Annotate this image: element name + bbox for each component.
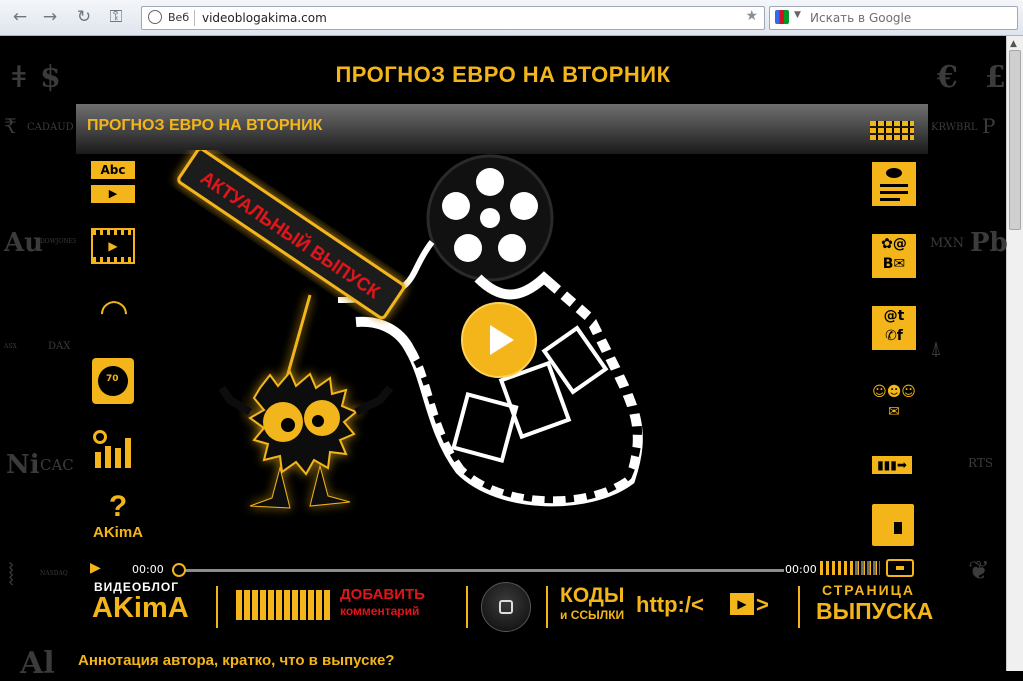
search-input[interactable]: ▼ Искать в Google [769, 6, 1018, 30]
browser-toolbar: ← → ↻ ⚿ Веб videoblogakima.com ★ ▼ Искат… [0, 0, 1023, 36]
rupee-symbol: ₹ [4, 114, 17, 138]
bookmark-star-icon[interactable]: ★ [745, 8, 758, 24]
codes-links-button[interactable]: КОДЫ и ССЫЛКИ http:/< ▶ > [560, 584, 780, 630]
sign-text: АКТУАЛЬНЫЙ ВЫПУСК [197, 167, 385, 303]
reload-icon[interactable]: ↻ [72, 6, 96, 28]
keyboard-icon [236, 590, 332, 620]
key-icon[interactable]: ⚿ [104, 6, 128, 28]
chevron-down-icon[interactable]: ▼ [794, 10, 801, 20]
brand-line2: AKimA [92, 592, 189, 624]
seek-knob[interactable] [172, 563, 186, 577]
help-caption: AKimA [92, 524, 143, 541]
volume-bar-empty [855, 561, 880, 575]
eye-doc-icon[interactable] [872, 162, 916, 206]
globe-icon [148, 10, 162, 24]
film-reel-icon [426, 154, 554, 282]
bottom-toolbar: ВИДЕОБЛОГ AKimA ДОБАВИТЬ комментарий КОД… [76, 580, 934, 634]
scrollbar[interactable]: ▲ [1006, 36, 1023, 671]
playback-bar: ▶ 00:00 00:00 [76, 558, 928, 580]
home-button[interactable] [481, 582, 531, 632]
chart-icon[interactable] [91, 428, 137, 470]
cac-symbol: CAC [40, 456, 74, 474]
arrow-icon[interactable]: ▮▮▮➡ [872, 456, 912, 474]
omnibox-chip: Веб [168, 11, 190, 24]
krw-symbol: KRW [931, 122, 957, 133]
lead-symbol: Pb [970, 228, 1008, 258]
dax-symbol: DAX [48, 341, 71, 352]
folder-icon[interactable] [872, 504, 914, 546]
videoblog-logo[interactable]: ВИДЕОБЛОГ AKimA [92, 580, 212, 634]
divider [466, 586, 468, 628]
page-title: ПРОГНОЗ ЕВРО НА ВТОРНИК [335, 62, 671, 87]
play-tag-icon: ▶ [730, 593, 754, 615]
stopwatch-value: 70 [106, 374, 119, 384]
forward-icon[interactable]: → [38, 6, 62, 28]
pea-icon: ⦚ [8, 558, 15, 593]
play-small-icon[interactable]: ▶ [90, 560, 101, 576]
time-total: 00:00 [785, 563, 817, 576]
wheat-icon: ❦ [968, 556, 990, 586]
ruble-symbol: P [982, 114, 996, 138]
nasdaq-symbol: NASDAQ [40, 570, 68, 577]
nickel-symbol: Ni [6, 450, 40, 480]
back-icon[interactable]: ← [8, 6, 32, 28]
divider [798, 586, 800, 628]
aluminium-symbol: Al [20, 646, 55, 681]
scroll-thumb[interactable] [1009, 50, 1021, 230]
cad-symbol: CAD [27, 122, 50, 133]
mxn-symbol: MXN [930, 236, 964, 251]
abc-label: Abc [91, 161, 135, 179]
question-icon[interactable]: ? AKimA [91, 490, 145, 550]
headphones-icon[interactable]: ◠ [91, 290, 137, 334]
divider [546, 586, 548, 628]
grid-menu-icon[interactable] [870, 121, 914, 140]
current-issue-sign: АКТУАЛЬНЫЙ ВЫПУСК [177, 150, 406, 320]
page-line2: ВЫПУСКА [816, 598, 934, 624]
player-header: ПРОГНОЗ ЕВРО НА ВТОРНИК [76, 104, 928, 154]
social-icon[interactable]: ✿@ B✉ [872, 234, 916, 278]
abc-play-icon[interactable]: Abc ▶ [91, 161, 135, 205]
add-line2: комментарий [340, 604, 420, 618]
fullscreen-icon[interactable] [886, 559, 914, 577]
oil-rig-icon: ⍋ [930, 336, 942, 360]
film-icon[interactable]: ▶ [91, 228, 135, 264]
codes-line2: и ССЫЛКИ [560, 608, 625, 622]
codes-line1: КОДЫ [560, 584, 625, 607]
aud-symbol: AUD [50, 122, 74, 133]
http-label: http:/< [636, 592, 704, 617]
player-title: ПРОГНОЗ ЕВРО НА ВТОРНИК [87, 117, 323, 134]
stopwatch-icon[interactable]: 70 [92, 358, 134, 404]
asx-symbol: ASX [4, 343, 17, 350]
divider [216, 586, 218, 628]
stage-illustration: АКТУАЛЬНЫЙ ВЫПУСК [177, 150, 643, 509]
scroll-up-icon[interactable]: ▲ [1010, 39, 1017, 49]
mail-people-icon[interactable]: ☺☻☺ ✉ [872, 382, 916, 426]
add-line1: ДОБАВИТЬ [340, 586, 425, 603]
rts-symbol: RTS [968, 456, 994, 470]
brl-symbol: BRL [956, 122, 978, 133]
play-button[interactable] [461, 302, 537, 378]
video-player[interactable]: ПРОГНОЗ ЕВРО НА ВТОРНИК Abc ▶ ▶ ◠ 70 ? A… [76, 104, 934, 634]
help-mark: ? [108, 490, 128, 523]
dowjones-symbol: DOWJONES [40, 238, 77, 245]
mascot-illustration [218, 370, 394, 509]
divider [194, 10, 195, 26]
issue-page-button[interactable]: СТРАНИЦА ВЫПУСКА [816, 582, 934, 632]
search-placeholder: Искать в Google [810, 11, 912, 25]
http-suffix: > [756, 592, 769, 617]
seek-track[interactable] [178, 569, 784, 572]
email-social-icon[interactable]: @t ✆f [872, 306, 916, 350]
add-comment-button[interactable]: ДОБАВИТЬ комментарий [236, 584, 466, 630]
page-line1: СТРАНИЦА [821, 582, 916, 598]
url-text[interactable]: videoblogakima.com [202, 9, 327, 27]
time-current: 00:00 [132, 563, 164, 576]
google-icon[interactable] [775, 10, 789, 24]
address-bar[interactable]: Веб videoblogakima.com ★ [141, 6, 765, 30]
gold-symbol: Au [4, 228, 44, 258]
author-annotation: Аннотация автора, кратко, что в выпуске? [78, 652, 395, 669]
